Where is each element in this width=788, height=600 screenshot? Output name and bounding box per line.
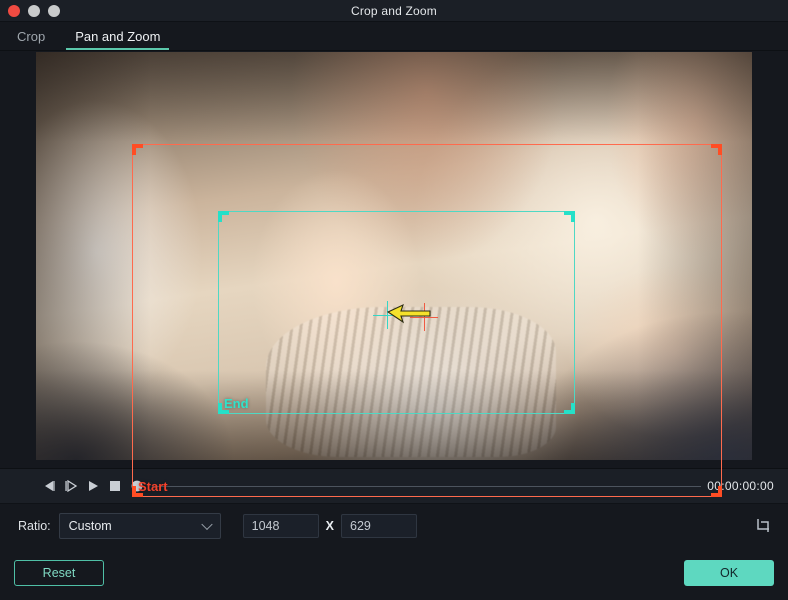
- pan-direction-arrow-icon: [386, 303, 431, 324]
- minimize-button[interactable]: [28, 4, 40, 17]
- window-controls: [0, 4, 60, 17]
- end-handle-bottom-right[interactable]: [564, 403, 575, 414]
- tab-crop[interactable]: Crop: [2, 26, 60, 50]
- title-bar: Crop and Zoom: [0, 0, 788, 22]
- chevron-down-icon: [200, 518, 213, 530]
- end-handle-top-right[interactable]: [564, 211, 575, 222]
- ratio-label: Ratio:: [18, 518, 51, 533]
- ok-button[interactable]: OK: [684, 560, 774, 586]
- end-handle-top-left[interactable]: [218, 211, 229, 222]
- close-button[interactable]: [8, 4, 20, 17]
- start-handle-bottom-right[interactable]: [711, 486, 722, 497]
- start-handle-top-left[interactable]: [132, 144, 143, 155]
- crop-rotate-icon[interactable]: [752, 515, 774, 537]
- next-frame-button[interactable]: [60, 475, 82, 497]
- reset-button[interactable]: Reset: [14, 560, 104, 586]
- crop-height-input[interactable]: 629: [341, 513, 417, 538]
- preview-area: Start End: [0, 51, 788, 497]
- previous-frame-button[interactable]: [38, 475, 60, 497]
- end-label: End: [224, 396, 249, 411]
- dimension-separator: X: [325, 518, 334, 533]
- ratio-row: Ratio: Custom 1048 X 629: [0, 503, 788, 547]
- tab-bar: Crop Pan and Zoom: [0, 22, 788, 51]
- maximize-button[interactable]: [48, 4, 60, 17]
- window-title: Crop and Zoom: [351, 3, 437, 18]
- play-button[interactable]: [82, 475, 104, 497]
- ratio-select-value: Custom: [68, 518, 112, 533]
- crop-width-input[interactable]: 1048: [242, 513, 319, 538]
- start-handle-top-right[interactable]: [711, 144, 722, 155]
- footer-bar: Reset OK: [0, 547, 788, 599]
- start-label: Start: [138, 479, 168, 494]
- ratio-select[interactable]: Custom: [58, 512, 221, 539]
- stop-button[interactable]: [104, 475, 126, 497]
- tab-pan-and-zoom[interactable]: Pan and Zoom: [60, 26, 175, 50]
